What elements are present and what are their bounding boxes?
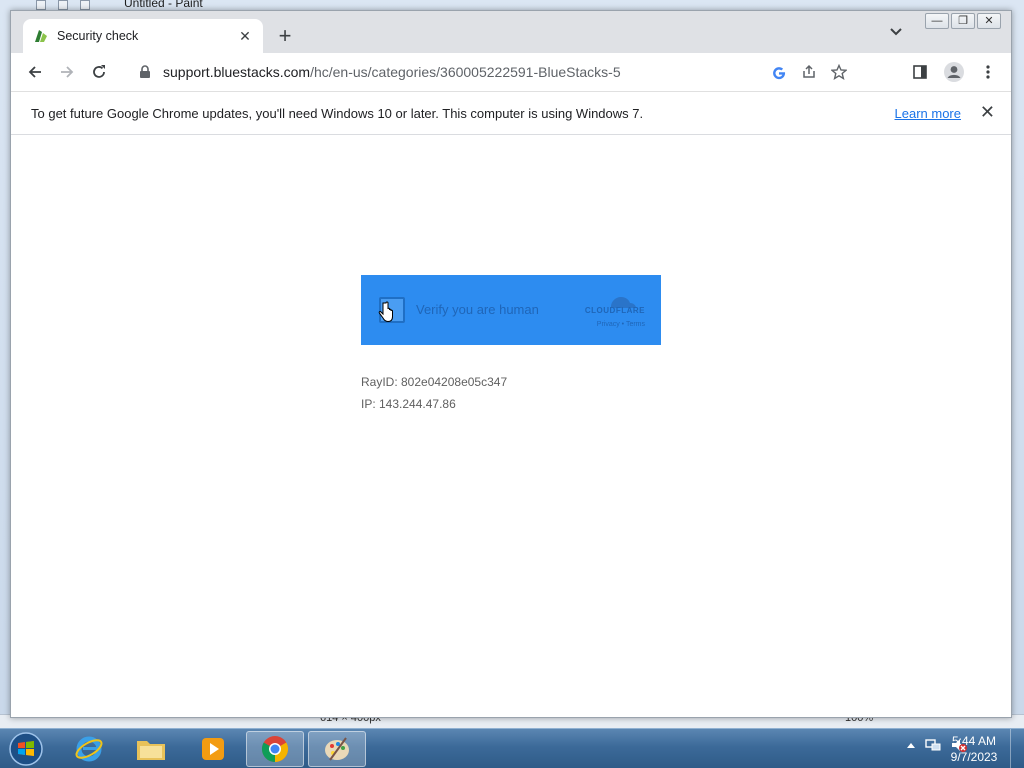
hand-pointer-cursor-icon <box>378 301 393 323</box>
taskbar-clock[interactable]: 5:44 AM 9/7/2023 <box>944 733 1004 765</box>
restore-button[interactable]: ❐ <box>951 13 975 29</box>
new-tab-button[interactable]: + <box>273 25 297 49</box>
close-window-button[interactable]: ✕ <box>977 13 1001 29</box>
bluestacks-favicon-icon <box>35 30 47 42</box>
start-button-icon[interactable] <box>4 731 48 767</box>
paint-undo-icon[interactable] <box>58 0 68 10</box>
update-infobar: To get future Google Chrome updates, you… <box>11 91 1011 135</box>
arrow-right-icon <box>61 66 74 78</box>
forward-button[interactable] <box>51 56 83 88</box>
lock-icon[interactable] <box>137 64 153 80</box>
network-icon[interactable] <box>924 737 942 753</box>
chrome-icon <box>261 736 289 763</box>
taskbar-chrome[interactable] <box>246 731 304 767</box>
taskbar-media-player[interactable] <box>184 731 242 767</box>
tab-strip: Security check ✕ + — ❐ ✕ <box>11 11 1011 53</box>
url-host: support.bluestacks.com <box>163 64 311 80</box>
ray-info: RayID: 802e04208e05c347 IP: 143.244.47.8… <box>361 371 507 415</box>
minimize-button[interactable]: — <box>925 13 949 29</box>
paint-save-icon[interactable] <box>36 0 46 10</box>
chevron-down-icon[interactable] <box>889 27 903 37</box>
back-button[interactable] <box>19 56 51 88</box>
show-desktop-button[interactable] <box>1010 729 1024 768</box>
side-panel-icon <box>913 65 927 79</box>
paint-window-title: Untitled - Paint <box>124 0 203 10</box>
reload-icon <box>93 65 105 78</box>
toolbar-right <box>907 57 1001 87</box>
profile-button[interactable] <box>941 57 967 87</box>
infobar-close-icon[interactable]: ✕ <box>980 102 995 123</box>
page-viewport: Verify you are human CLOUDFLARE Privacy … <box>11 135 1011 717</box>
verify-label: Verify you are human <box>416 302 539 317</box>
cloudflare-brand: CLOUDFLARE <box>584 306 645 315</box>
profile-avatar-icon <box>944 62 964 82</box>
show-hidden-icons-icon[interactable] <box>906 741 916 749</box>
tab-security-check[interactable]: Security check ✕ <box>23 19 263 53</box>
ip-address: IP: 143.244.47.86 <box>361 397 456 411</box>
privacy-terms-links[interactable]: Privacy • Terms <box>597 321 645 328</box>
reload-button[interactable] <box>83 56 115 88</box>
clock-date: 9/7/2023 <box>950 750 998 764</box>
address-bar[interactable]: support.bluestacks.com/hc/en-us/categori… <box>127 57 863 87</box>
taskbar-paint[interactable] <box>308 731 366 767</box>
internet-explorer-icon <box>75 736 103 762</box>
tab-close-icon[interactable]: ✕ <box>237 28 253 45</box>
bookmark-star-icon[interactable] <box>831 64 847 80</box>
cloudflare-turnstile-widget[interactable]: Verify you are human CLOUDFLARE Privacy … <box>361 275 661 345</box>
windows-taskbar: 5:44 AM 9/7/2023 <box>0 728 1024 768</box>
media-player-icon <box>202 738 224 760</box>
kebab-menu-icon <box>986 65 990 79</box>
side-panel-button[interactable] <box>907 57 933 87</box>
paint-palette-icon <box>325 737 349 761</box>
omnibox-actions <box>771 64 847 80</box>
clock-time: 5:44 AM <box>951 734 997 748</box>
window-controls: — ❐ ✕ <box>925 13 1001 29</box>
paint-redo-icon[interactable] <box>80 0 90 10</box>
arrow-left-icon <box>28 66 41 78</box>
url-text[interactable]: support.bluestacks.com/hc/en-us/categori… <box>163 64 621 80</box>
chrome-menu-button[interactable] <box>975 57 1001 87</box>
chrome-window: Security check ✕ + — ❐ ✕ support.bluesta… <box>10 10 1012 718</box>
url-path: /hc/en-us/categories/360005222591-BlueSt… <box>310 64 621 80</box>
tab-title: Security check <box>57 29 139 43</box>
folder-icon <box>137 741 165 760</box>
taskbar-internet-explorer[interactable] <box>60 731 118 767</box>
share-icon[interactable] <box>801 64 817 80</box>
ray-id: RayID: 802e04208e05c347 <box>361 375 508 389</box>
learn-more-link[interactable]: Learn more <box>895 106 961 121</box>
taskbar-file-explorer[interactable] <box>122 731 180 767</box>
browser-toolbar: support.bluestacks.com/hc/en-us/categori… <box>11 53 1011 91</box>
google-lens-icon[interactable] <box>771 64 787 80</box>
infobar-message: To get future Google Chrome updates, you… <box>31 105 644 121</box>
